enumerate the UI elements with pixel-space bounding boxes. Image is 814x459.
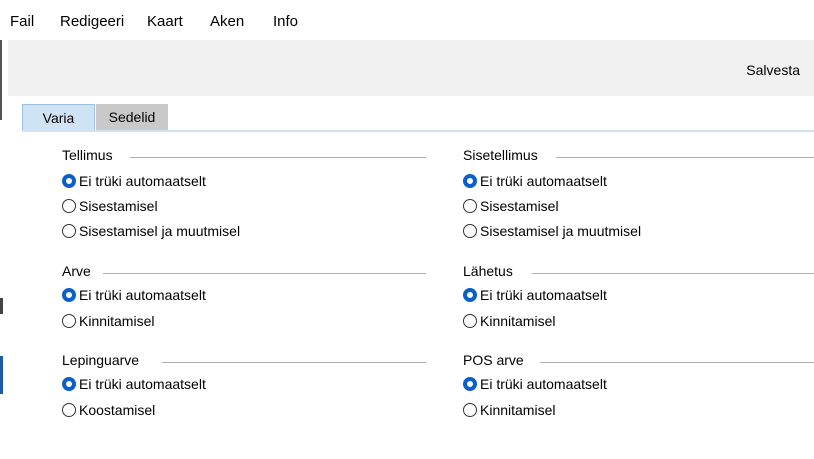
radio-arve-1[interactable]: Kinnitamisel (62, 311, 154, 331)
radio-lahetus-1[interactable]: Kinnitamisel (463, 311, 555, 331)
radio-unchecked-icon (62, 314, 76, 328)
menu-redigeeri[interactable]: Redigeeri (60, 13, 124, 30)
group-divider (556, 157, 814, 158)
radio-checked-icon (62, 288, 76, 302)
radio-label: Sisestamisel ja muutmisel (480, 223, 642, 239)
group-title-lahetus: Lähetus (463, 263, 513, 279)
tab-underline (22, 130, 814, 132)
radio-label: Ei trüki automaatselt (480, 287, 607, 303)
radio-arve-0[interactable]: Ei trüki automaatselt (62, 285, 206, 305)
menu-aken[interactable]: Aken (210, 13, 244, 30)
group-divider (532, 273, 814, 274)
radio-label: Kinnitamisel (480, 313, 556, 329)
group-title-arve: Arve (62, 263, 91, 279)
radio-label: Ei trüki automaatselt (480, 376, 607, 392)
radio-unchecked-icon (463, 403, 477, 417)
toolbar: Salvesta (8, 40, 814, 96)
save-button[interactable]: Salvesta (746, 62, 800, 78)
radio-checked-icon (463, 174, 477, 188)
window-left-marker-blue (0, 356, 3, 394)
radio-checked-icon (463, 377, 477, 391)
radio-tellimus-1[interactable]: Sisestamisel (62, 196, 158, 216)
radio-unchecked-icon (62, 224, 76, 238)
menu-bar: Fail Redigeeri Kaart Aken Info (0, 0, 814, 40)
radio-label: Sisestamisel ja muutmisel (79, 223, 241, 239)
group-divider (162, 362, 426, 363)
radio-label: Sisestamisel (79, 198, 158, 214)
tab-varia[interactable]: Varia (22, 104, 95, 130)
group-title-pos-arve: POS arve (463, 352, 524, 368)
radio-sisetellimus-1[interactable]: Sisestamisel (463, 196, 559, 216)
menu-info[interactable]: Info (273, 13, 298, 30)
window-left-marker (0, 298, 3, 314)
radio-checked-icon (463, 288, 477, 302)
radio-unchecked-icon (62, 199, 76, 213)
radio-sisetellimus-0[interactable]: Ei trüki automaatselt (463, 171, 607, 191)
radio-lepinguarve-0[interactable]: Ei trüki automaatselt (62, 374, 206, 394)
tab-sedelid[interactable]: Sedelid (96, 104, 168, 130)
radio-label: Sisestamisel (480, 198, 559, 214)
radio-pos-arve-1[interactable]: Kinnitamisel (463, 400, 555, 420)
radio-label: Ei trüki automaatselt (480, 173, 607, 189)
radio-checked-icon (62, 174, 76, 188)
radio-lepinguarve-1[interactable]: Koostamisel (62, 400, 155, 420)
radio-unchecked-icon (463, 314, 477, 328)
radio-label: Kinnitamisel (480, 402, 556, 418)
radio-lahetus-0[interactable]: Ei trüki automaatselt (463, 285, 607, 305)
group-title-tellimus: Tellimus (62, 147, 113, 163)
radio-sisetellimus-2[interactable]: Sisestamisel ja muutmisel (463, 221, 641, 241)
radio-tellimus-2[interactable]: Sisestamisel ja muutmisel (62, 221, 240, 241)
radio-label: Koostamisel (79, 402, 156, 418)
radio-label: Ei trüki automaatselt (79, 287, 206, 303)
radio-label: Kinnitamisel (79, 313, 155, 329)
group-divider (130, 157, 426, 158)
group-title-sisetellimus: Sisetellimus (463, 147, 538, 163)
radio-pos-arve-0[interactable]: Ei trüki automaatselt (463, 374, 607, 394)
group-divider (540, 362, 814, 363)
radio-tellimus-0[interactable]: Ei trüki automaatselt (62, 171, 206, 191)
radio-unchecked-icon (463, 224, 477, 238)
radio-unchecked-icon (463, 199, 477, 213)
menu-fail[interactable]: Fail (10, 13, 34, 30)
radio-label: Ei trüki automaatselt (79, 376, 206, 392)
menu-kaart[interactable]: Kaart (147, 13, 183, 30)
group-divider (103, 273, 426, 274)
group-title-lepinguarve: Lepinguarve (62, 352, 140, 368)
window-left-edge (0, 40, 2, 120)
radio-label: Ei trüki automaatselt (79, 173, 206, 189)
radio-checked-icon (62, 377, 76, 391)
radio-unchecked-icon (62, 403, 76, 417)
